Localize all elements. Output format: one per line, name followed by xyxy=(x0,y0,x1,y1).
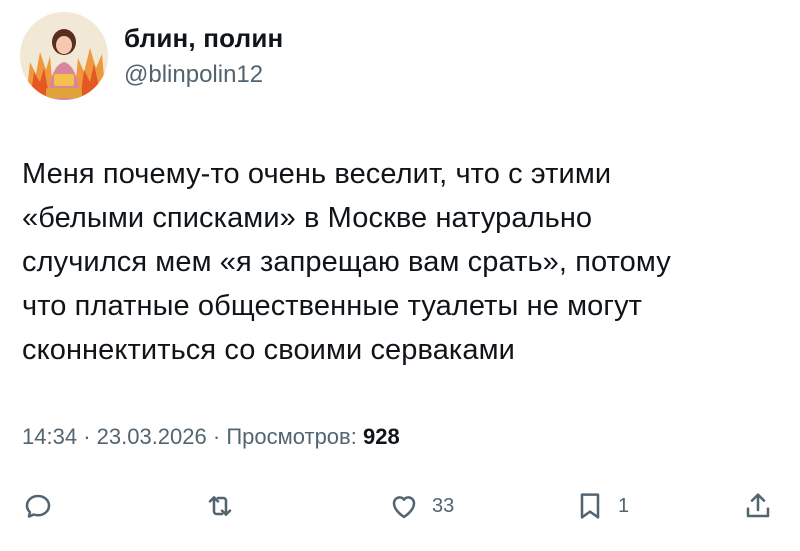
share-icon xyxy=(746,493,770,518)
tweet-card: блин, полин @blinpolin12 Меня почему-то … xyxy=(0,0,800,551)
like-count: 33 xyxy=(432,494,455,517)
meta-separator: · xyxy=(212,424,227,449)
tweet-time[interactable]: 14:34 xyxy=(22,424,77,449)
avatar-illustration xyxy=(20,12,108,100)
reply-icon xyxy=(25,494,51,518)
retweet-icon xyxy=(208,496,232,516)
tweet-text: Меня почему-то очень веселит, что с этим… xyxy=(22,152,782,372)
user-handle[interactable]: @blinpolin12 xyxy=(124,60,283,90)
retweet-button[interactable] xyxy=(204,484,236,528)
meta-separator: · xyxy=(83,424,97,449)
bookmark-icon xyxy=(580,493,600,519)
tweet-text-line: сконнектиться со своими серваками xyxy=(22,334,515,366)
share-button[interactable] xyxy=(742,484,774,528)
views-label: Просмотров: xyxy=(226,424,357,449)
tweet-text-line: «белыми списками» в Москве натурально xyxy=(22,202,593,234)
tweet-date[interactable]: 23.03.2026 xyxy=(97,424,207,449)
tweet-text-line: что платные общественные туалеты не могу… xyxy=(22,290,643,322)
tweet-text-line: Меня почему-то очень веселит, что с этим… xyxy=(22,158,612,190)
heart-icon xyxy=(392,496,416,519)
like-button[interactable]: 33 xyxy=(388,484,454,528)
bookmark-count: 1 xyxy=(618,494,630,517)
action-bar: 33 1 xyxy=(0,484,800,528)
display-name[interactable]: блин, полин xyxy=(124,22,283,54)
reply-button[interactable] xyxy=(22,484,54,528)
author-block: блин, полин @blinpolin12 xyxy=(124,22,283,90)
bookmark-button[interactable]: 1 xyxy=(574,484,629,528)
views-count[interactable]: 928 xyxy=(363,424,400,449)
avatar[interactable] xyxy=(20,12,108,100)
tweet-meta: 14:34 · 23.03.2026 · Просмотров: 928 xyxy=(22,422,400,452)
tweet-text-line: случился мем «я запрещаю вам срать», пот… xyxy=(22,246,671,278)
tweet-header: блин, полин @blinpolin12 xyxy=(20,12,283,100)
